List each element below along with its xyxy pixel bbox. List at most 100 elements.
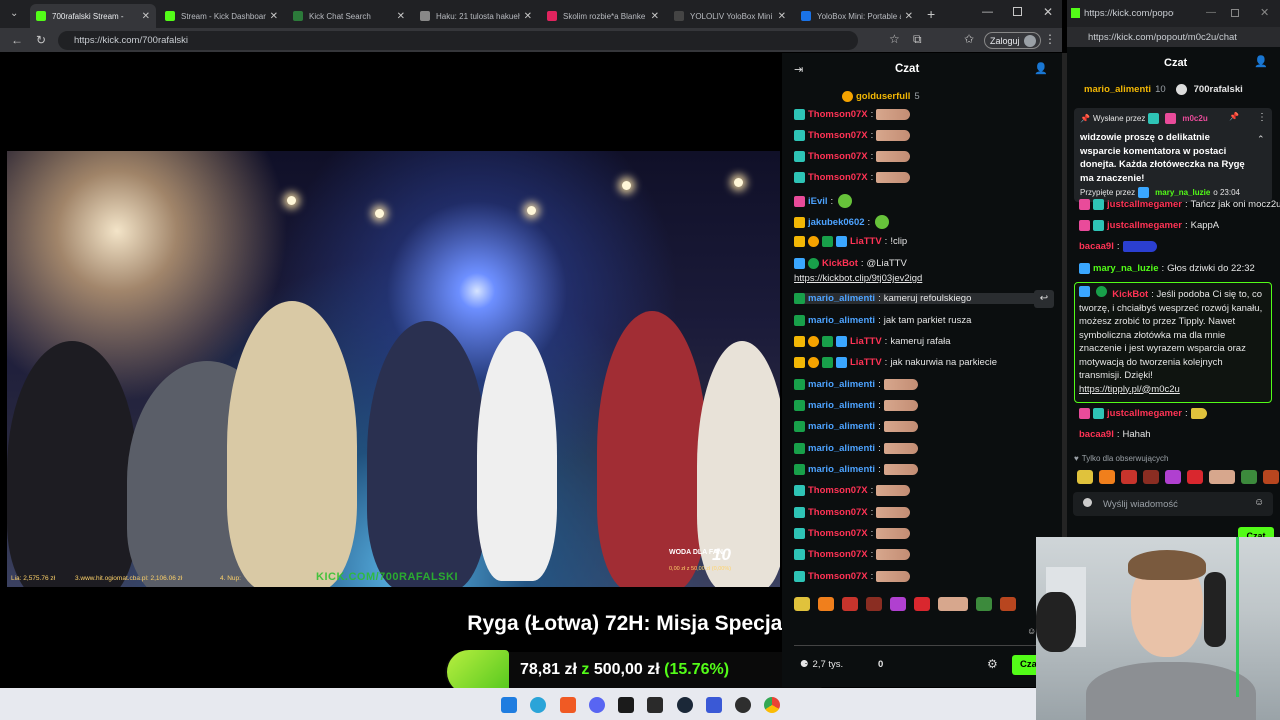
emote-icon[interactable] — [890, 597, 906, 611]
tab-0[interactable]: 700rafalski Stream - ✕ — [30, 4, 156, 28]
close-window-button[interactable]: ✕ — [1043, 5, 1053, 19]
chat-username[interactable]: iEvil — [808, 196, 828, 207]
star-icon[interactable]: ☆ — [889, 32, 900, 46]
chat-username[interactable]: LiaTTV — [850, 357, 882, 368]
emote-icon[interactable] — [866, 597, 882, 611]
emote-icon[interactable] — [1143, 470, 1159, 484]
emote-icon[interactable] — [1241, 470, 1257, 484]
close-icon[interactable]: ✕ — [270, 11, 278, 22]
windows-start-icon[interactable] — [501, 697, 517, 713]
emote-icon[interactable] — [1187, 470, 1203, 484]
settings-gear-icon[interactable]: ⚙ — [987, 657, 998, 671]
chat-username[interactable]: bacaa9l — [1079, 429, 1114, 440]
chat-username[interactable]: Thomson07X — [808, 485, 868, 496]
chat-username[interactable]: Thomson07X — [808, 172, 868, 183]
popout-url-bar[interactable]: https://kick.com/popout/m0c2u/chat — [1067, 27, 1280, 47]
emote-icon[interactable] — [1000, 597, 1016, 611]
minimize-button[interactable]: — — [1206, 7, 1216, 18]
url-field[interactable]: https://kick.com/700rafalski — [58, 31, 858, 50]
emote-icon[interactable] — [1121, 470, 1137, 484]
close-icon[interactable]: ✕ — [651, 11, 659, 22]
brave-icon[interactable] — [560, 697, 576, 713]
more-options-icon[interactable]: ⋮ — [1257, 112, 1267, 123]
close-icon[interactable]: ✕ — [524, 11, 532, 22]
chat-username[interactable]: KickBot — [822, 258, 858, 269]
emote-icon[interactable] — [976, 597, 992, 611]
popout-chat-input[interactable]: Wyślij wiadomość — [1073, 492, 1273, 516]
chat-username[interactable]: Thomson07X — [808, 571, 868, 582]
emote-icon[interactable] — [1165, 470, 1181, 484]
user-settings-icon[interactable]: 👤 — [1034, 62, 1048, 75]
chat-username[interactable]: Thomson07X — [808, 528, 868, 539]
close-icon[interactable]: ✕ — [778, 11, 786, 22]
obs-icon[interactable] — [735, 697, 751, 713]
clip-link-text[interactable]: https://kickbot.clip/9tj03jev2igd — [794, 273, 922, 284]
chat-username[interactable]: justcallmegamer — [1107, 408, 1182, 419]
close-icon[interactable]: ✕ — [142, 11, 150, 22]
user-settings-icon[interactable]: 👤 — [1254, 55, 1268, 68]
edge-icon[interactable] — [530, 697, 546, 713]
back-icon[interactable]: ← — [11, 33, 23, 47]
chat-username[interactable]: LiaTTV — [850, 336, 882, 347]
chrome-icon[interactable] — [764, 697, 780, 713]
chat-username[interactable]: bacaa9l — [1079, 241, 1114, 252]
reply-icon[interactable]: ↩ — [1034, 290, 1054, 308]
chat-username[interactable]: mario_alimenti — [808, 400, 875, 411]
video-player[interactable] — [7, 151, 780, 587]
discord-icon[interactable] — [589, 697, 605, 713]
chat-username[interactable]: mario_alimenti — [808, 315, 875, 326]
app-icon[interactable] — [618, 697, 634, 713]
login-button[interactable]: Zaloguj — [984, 32, 1041, 49]
chat-username[interactable]: Thomson07X — [808, 151, 868, 162]
tab-5[interactable]: YOLOLIV YoloBox Mini - ✕ — [668, 4, 792, 28]
app-icon[interactable] — [706, 697, 722, 713]
tab-4[interactable]: Skolim rozbie*a Blanke ✕ — [541, 4, 665, 28]
epic-games-icon[interactable] — [647, 697, 663, 713]
close-icon[interactable]: ✕ — [397, 11, 405, 22]
chat-username[interactable]: LiaTTV — [850, 236, 882, 247]
emote-icon[interactable] — [1077, 470, 1093, 484]
tab-3[interactable]: Haku: 21 tulosta hakueh ✕ — [414, 4, 538, 28]
chat-username[interactable]: Thomson07X — [808, 549, 868, 560]
minimize-button[interactable]: — — [982, 6, 993, 18]
extensions-icon[interactable]: ⧉ — [913, 32, 922, 47]
new-tab-button[interactable]: + — [927, 6, 935, 22]
emote-icon[interactable] — [1099, 470, 1115, 484]
emote-icon[interactable] — [938, 597, 968, 611]
tab-search-chevron-icon[interactable]: ⌄ — [10, 8, 18, 19]
tab-6[interactable]: YoloBox Mini: Portable ar ✕ — [795, 4, 919, 28]
emote-icon[interactable] — [818, 597, 834, 611]
steam-icon[interactable] — [677, 697, 693, 713]
more-menu-icon[interactable]: ⋮ — [1044, 32, 1056, 46]
clip-link[interactable]: https://kickbot.clip/9tj03jev2igd — [794, 273, 922, 284]
close-window-button[interactable]: ✕ — [1260, 6, 1269, 19]
emote-icon[interactable] — [842, 597, 858, 611]
tab-2[interactable]: Kick Chat Search ✕ — [287, 4, 411, 28]
emoji-icon[interactable]: ☺ — [1254, 497, 1264, 508]
close-icon[interactable]: ✕ — [905, 11, 913, 22]
collapse-chat-icon[interactable]: ⇥ — [794, 63, 803, 76]
emote-icon[interactable] — [914, 597, 930, 611]
reload-icon[interactable]: ↻ — [36, 33, 46, 47]
chat-username[interactable]: mary_na_luzie — [1093, 263, 1158, 274]
maximize-button[interactable] — [1013, 7, 1022, 16]
chat-username[interactable]: justcallmegamer — [1107, 220, 1182, 231]
maximize-button[interactable] — [1231, 9, 1239, 17]
chat-username[interactable]: mario_alimenti — [808, 443, 875, 454]
chat-username[interactable]: mario_alimenti — [808, 464, 875, 475]
chat-username[interactable]: Thomson07X — [808, 507, 868, 518]
emote-icon[interactable] — [1263, 470, 1279, 484]
chat-username[interactable]: Thomson07X — [808, 130, 868, 141]
chat-username[interactable]: Thomson07X — [808, 109, 868, 120]
chat-input[interactable] — [794, 620, 1040, 646]
chat-username[interactable]: jakubek0602 — [808, 217, 865, 228]
collapse-pinned-icon[interactable]: ⌃ — [1257, 134, 1265, 145]
unpin-icon[interactable]: 📌 — [1229, 112, 1239, 121]
emote-icon[interactable] — [794, 597, 810, 611]
emote-icon[interactable] — [1209, 470, 1235, 484]
chat-username[interactable]: justcallmegamer — [1107, 199, 1182, 210]
chat-username[interactable]: mario_alimenti — [808, 293, 875, 304]
kickbot-link[interactable]: https://tipply.pl/@m0c2u — [1079, 384, 1180, 395]
emoji-icon[interactable]: ☺ — [1027, 626, 1036, 636]
favorites-icon[interactable]: ✩ — [964, 32, 974, 46]
